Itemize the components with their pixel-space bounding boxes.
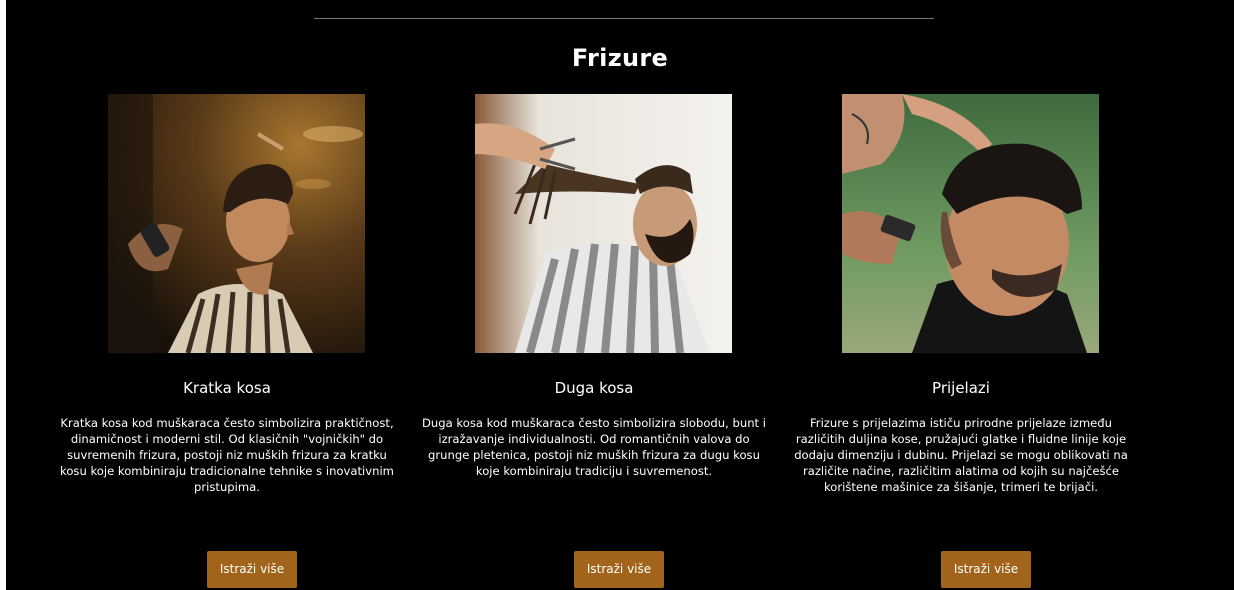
explore-button[interactable]: Istraži više bbox=[574, 551, 664, 588]
card-title: Prijelazi bbox=[932, 379, 990, 397]
explore-button[interactable]: Istraži više bbox=[207, 551, 297, 588]
card-title: Kratka kosa bbox=[183, 379, 271, 397]
short-haircut-photo bbox=[108, 94, 365, 353]
services-section: Frizure Kratka kosa Kratka kosa kod mušk… bbox=[6, 0, 1234, 590]
long-hair-photo bbox=[475, 94, 732, 353]
card-description: Duga kosa kod muškaraca često simbolizir… bbox=[422, 416, 766, 478]
divider bbox=[314, 18, 934, 19]
section-title: Frizure bbox=[571, 44, 669, 72]
card-description: Kratka kosa kod muškaraca često simboliz… bbox=[60, 416, 394, 494]
card-title: Duga kosa bbox=[554, 379, 634, 397]
fade-haircut-photo bbox=[842, 94, 1099, 353]
card-description: Frizure s prijelazima ističu prirodne pr… bbox=[794, 416, 1128, 494]
explore-button[interactable]: Istraži više bbox=[941, 551, 1031, 588]
